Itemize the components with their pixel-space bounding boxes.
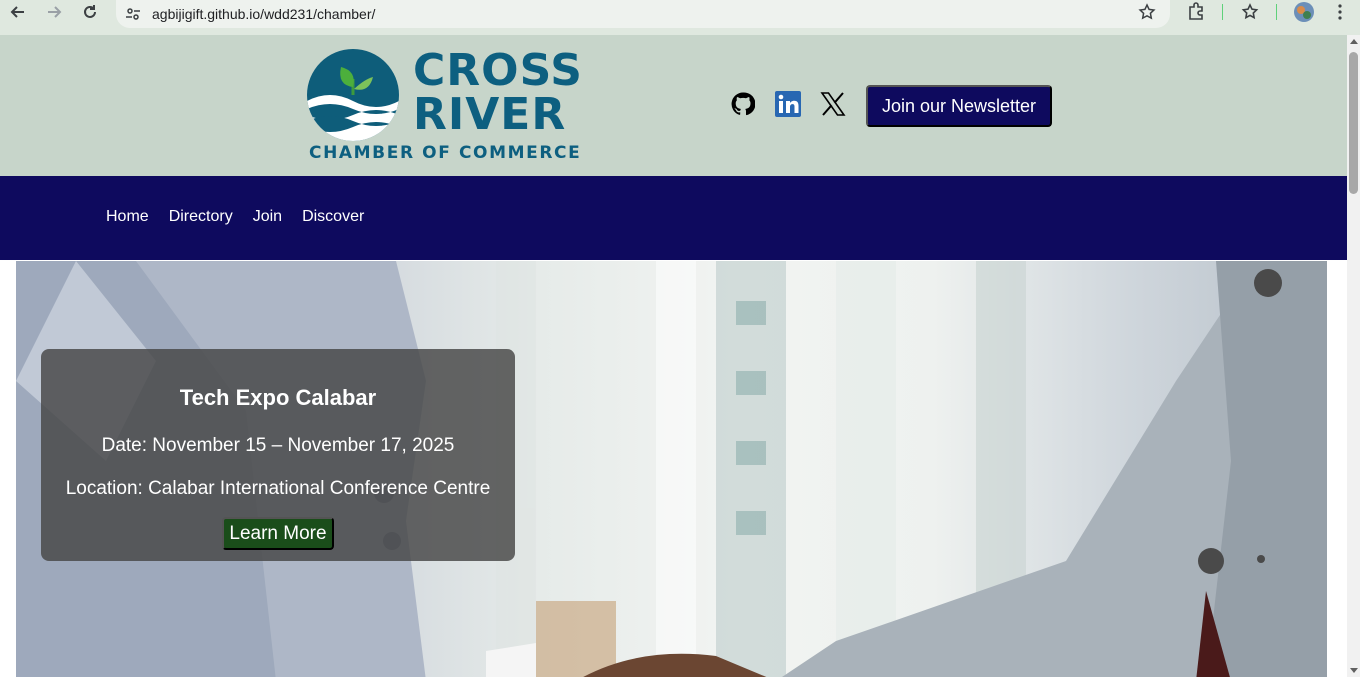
- back-arrow-icon: [10, 6, 24, 18]
- extensions-button[interactable]: [1186, 0, 1206, 24]
- site-header: CROSS RIVER CHAMBER OF COMMERCE Join our…: [0, 35, 1347, 176]
- join-newsletter-button[interactable]: Join our Newsletter: [866, 85, 1052, 127]
- event-title: Tech Expo Calabar: [179, 385, 377, 410]
- logo-subtitle: CHAMBER OF COMMERCE: [309, 143, 582, 163]
- main-navigation: Home Directory Join Discover: [0, 176, 1347, 260]
- logo-title-line1: CROSS: [413, 45, 583, 96]
- x-icon: [820, 92, 846, 116]
- reload-icon: [84, 5, 96, 18]
- event-location: Location: Calabar International Conferen…: [65, 478, 491, 499]
- address-bar[interactable]: agbijigift.github.io/wdd231/chamber/: [116, 0, 1170, 28]
- nav-item-join[interactable]: Join: [253, 208, 282, 226]
- toolbar-divider: [1276, 4, 1277, 20]
- puzzle-icon: [1189, 2, 1203, 20]
- star-list-icon: [1241, 3, 1259, 20]
- page-viewport: CROSS RIVER CHAMBER OF COMMERCE Join our…: [0, 35, 1347, 677]
- event-card: Tech Expo Calabar Date: November 15 – No…: [41, 349, 515, 561]
- browser-menu-button[interactable]: [1332, 0, 1348, 24]
- github-link[interactable]: [728, 89, 758, 119]
- toolbar-divider: [1222, 4, 1223, 20]
- url-text[interactable]: agbijigift.github.io/wdd231/chamber/: [152, 6, 375, 22]
- forward-button[interactable]: [36, 0, 72, 24]
- bookmark-star-icon[interactable]: [1138, 3, 1156, 26]
- back-button[interactable]: [0, 0, 36, 24]
- site-settings-icon[interactable]: [122, 3, 144, 25]
- avatar-icon: [1294, 2, 1314, 22]
- more-vert-icon: [1338, 4, 1342, 20]
- nav-menu: Home Directory Join Discover: [106, 208, 384, 226]
- reload-button[interactable]: [72, 0, 108, 24]
- linkedin-icon: [775, 91, 801, 117]
- logo-emblem-icon: [307, 49, 399, 141]
- browser-toolbar: agbijigift.github.io/wdd231/chamber/: [0, 0, 1360, 35]
- profile-avatar[interactable]: [1293, 0, 1315, 24]
- bookmarks-button[interactable]: [1240, 0, 1260, 24]
- scrollbar-thumb[interactable]: [1349, 52, 1358, 194]
- linkedin-link[interactable]: [773, 89, 803, 119]
- event-date: Date: November 15 – November 17, 2025: [101, 435, 455, 456]
- nav-item-discover[interactable]: Discover: [302, 208, 364, 226]
- page-scrollbar[interactable]: [1347, 35, 1360, 677]
- scroll-up-icon[interactable]: [1350, 39, 1358, 44]
- nav-item-directory[interactable]: Directory: [169, 208, 233, 226]
- chamber-logo[interactable]: CROSS RIVER CHAMBER OF COMMERCE: [305, 47, 583, 165]
- github-icon: [731, 92, 755, 116]
- scroll-down-icon[interactable]: [1350, 668, 1358, 673]
- nav-item-home[interactable]: Home: [106, 208, 149, 226]
- learn-more-button[interactable]: Learn More: [222, 517, 334, 550]
- logo-title: CROSS RIVER: [413, 49, 583, 137]
- forward-arrow-icon: [48, 6, 62, 18]
- x-twitter-link[interactable]: [818, 89, 848, 119]
- logo-title-line2: RIVER: [413, 89, 567, 140]
